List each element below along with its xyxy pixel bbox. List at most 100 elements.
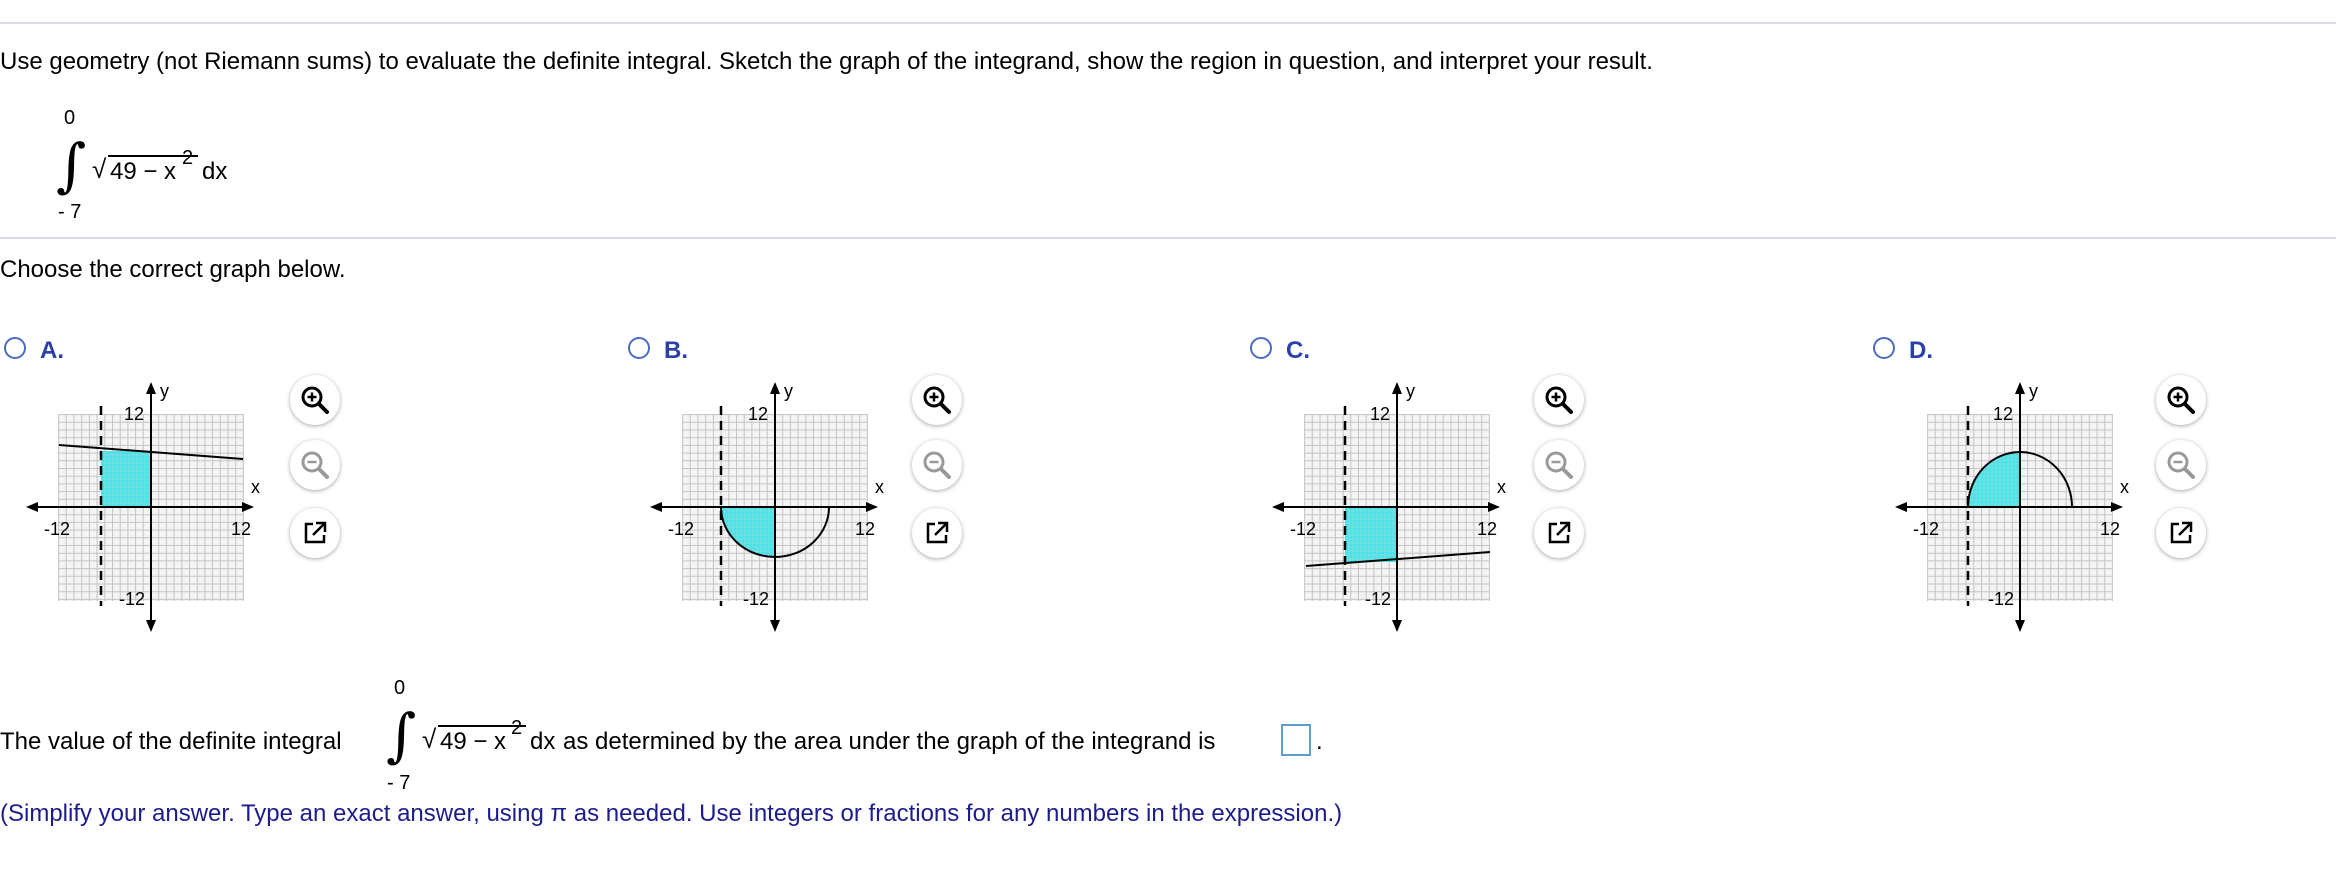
zoom-out-button[interactable] [290, 440, 340, 490]
answer-input[interactable] [1281, 724, 1311, 756]
zoom-out-icon [923, 451, 951, 479]
y-axis-label: y [2029, 381, 2038, 401]
y-arrow-up [770, 382, 780, 394]
y-min-label: -12 [1988, 589, 2014, 609]
y-arrow-down [2015, 620, 2025, 632]
integrand-exponent: 2 [182, 147, 194, 169]
region-checker [101, 451, 151, 507]
x-axis-label: x [2120, 477, 2129, 497]
integral-upper-limit: 0 [64, 107, 76, 129]
y-arrow-up [1392, 382, 1402, 394]
option-letter: A. [40, 337, 64, 364]
popout-button[interactable] [2156, 508, 2206, 558]
integral-sign: ∫ [56, 131, 87, 199]
integral-lower-limit: - 7 [58, 201, 82, 223]
y-arrow-down [1392, 620, 1402, 632]
popout-button[interactable] [1534, 508, 1584, 558]
y-min-label: -12 [119, 589, 145, 609]
zoom-in-button[interactable] [1534, 375, 1584, 425]
answer-period: . [1316, 728, 1323, 755]
y-arrow-down [770, 620, 780, 632]
zoom-out-icon [2167, 451, 2195, 479]
popout-icon [304, 521, 327, 544]
x-min-label: -12 [1913, 519, 1939, 539]
popout-icon [1548, 521, 1571, 544]
x-arrow-left [1272, 502, 1284, 512]
answer-hint: (Simplify your answer. Type an exact ans… [0, 800, 1343, 827]
y-arrow-up [2015, 382, 2025, 394]
radio-icon[interactable] [1873, 337, 1895, 359]
sqrt-radical: √ [422, 724, 437, 754]
zoom-out-button[interactable] [912, 440, 962, 490]
popout-icon [2170, 521, 2193, 544]
zoom-out-button[interactable] [2156, 440, 2206, 490]
zoom-out-button[interactable] [1534, 440, 1584, 490]
y-max-label: 12 [748, 404, 768, 424]
zoom-out-icon [1545, 451, 1573, 479]
y-axis-label: y [1406, 381, 1415, 401]
x-max-label: 12 [1477, 519, 1497, 539]
x-arrow-right [1488, 502, 1500, 512]
integral-sign: ∫ [386, 701, 417, 769]
popout-button[interactable] [912, 508, 962, 558]
section-divider [0, 237, 2336, 239]
answer-prefix: The value of the definite integral [0, 728, 342, 755]
y-min-label: -12 [743, 589, 769, 609]
x-axis-label: x [1497, 477, 1506, 497]
zoom-in-icon [301, 386, 329, 414]
x-min-label: -12 [44, 519, 70, 539]
integral-differential: dx [530, 728, 556, 755]
x-arrow-right [866, 502, 878, 512]
radio-icon[interactable] [1250, 337, 1272, 359]
top-divider [0, 22, 2336, 24]
integral-differential: dx [202, 158, 228, 185]
y-arrow-down [146, 620, 156, 632]
option-d-graph: y x 12 -12 -12 12 [1895, 381, 2129, 632]
zoom-in-button[interactable] [2156, 375, 2206, 425]
radio-icon[interactable] [628, 337, 650, 359]
y-max-label: 12 [1993, 404, 2013, 424]
option-letter: D. [1909, 337, 1933, 364]
y-arrow-up [146, 382, 156, 394]
integrand-exponent: 2 [511, 717, 523, 739]
y-axis-label: y [160, 381, 169, 401]
x-min-label: -12 [668, 519, 694, 539]
option-letter: C. [1286, 337, 1310, 364]
y-axis-label: y [784, 381, 793, 401]
y-max-label: 12 [124, 404, 144, 424]
popout-button[interactable] [290, 508, 340, 558]
x-axis-label: x [875, 477, 884, 497]
radio-icon[interactable] [4, 337, 26, 359]
integrand-text: 49 − x [440, 728, 507, 755]
answer-suffix: as determined by the area under the grap… [563, 728, 1216, 755]
option-a-graph: y x 12 -12 -12 12 [26, 381, 260, 632]
x-axis-label: x [251, 477, 260, 497]
x-min-label: -12 [1290, 519, 1316, 539]
choose-instruction: Choose the correct graph below. [0, 256, 346, 283]
zoom-in-button[interactable] [290, 375, 340, 425]
zoom-out-icon [301, 451, 329, 479]
popout-icon [926, 521, 949, 544]
x-arrow-left [650, 502, 662, 512]
question-integral: 0 ∫ - 7 √ 49 − x 2 dx [0, 100, 320, 230]
zoom-in-icon [923, 386, 951, 414]
integral-upper-limit: 0 [394, 677, 406, 699]
option-letter: B. [664, 337, 688, 364]
x-arrow-left [1895, 502, 1907, 512]
zoom-in-icon [1545, 386, 1573, 414]
x-arrow-right [2111, 502, 2123, 512]
option-c-graph: y x 12 -12 -12 12 [1272, 381, 1506, 632]
option-b-graph: y x 12 -12 -12 12 [650, 381, 884, 632]
zoom-in-icon [2167, 386, 2195, 414]
integrand-text: 49 − x [110, 158, 177, 185]
x-max-label: 12 [855, 519, 875, 539]
x-arrow-right [242, 502, 254, 512]
sqrt-radical: √ [92, 154, 107, 184]
x-max-label: 12 [231, 519, 251, 539]
y-max-label: 12 [1370, 404, 1390, 424]
zoom-in-button[interactable] [912, 375, 962, 425]
x-max-label: 12 [2100, 519, 2120, 539]
integral-lower-limit: - 7 [387, 772, 411, 794]
y-min-label: -12 [1365, 589, 1391, 609]
question-prompt: Use geometry (not Riemann sums) to evalu… [0, 48, 1653, 75]
